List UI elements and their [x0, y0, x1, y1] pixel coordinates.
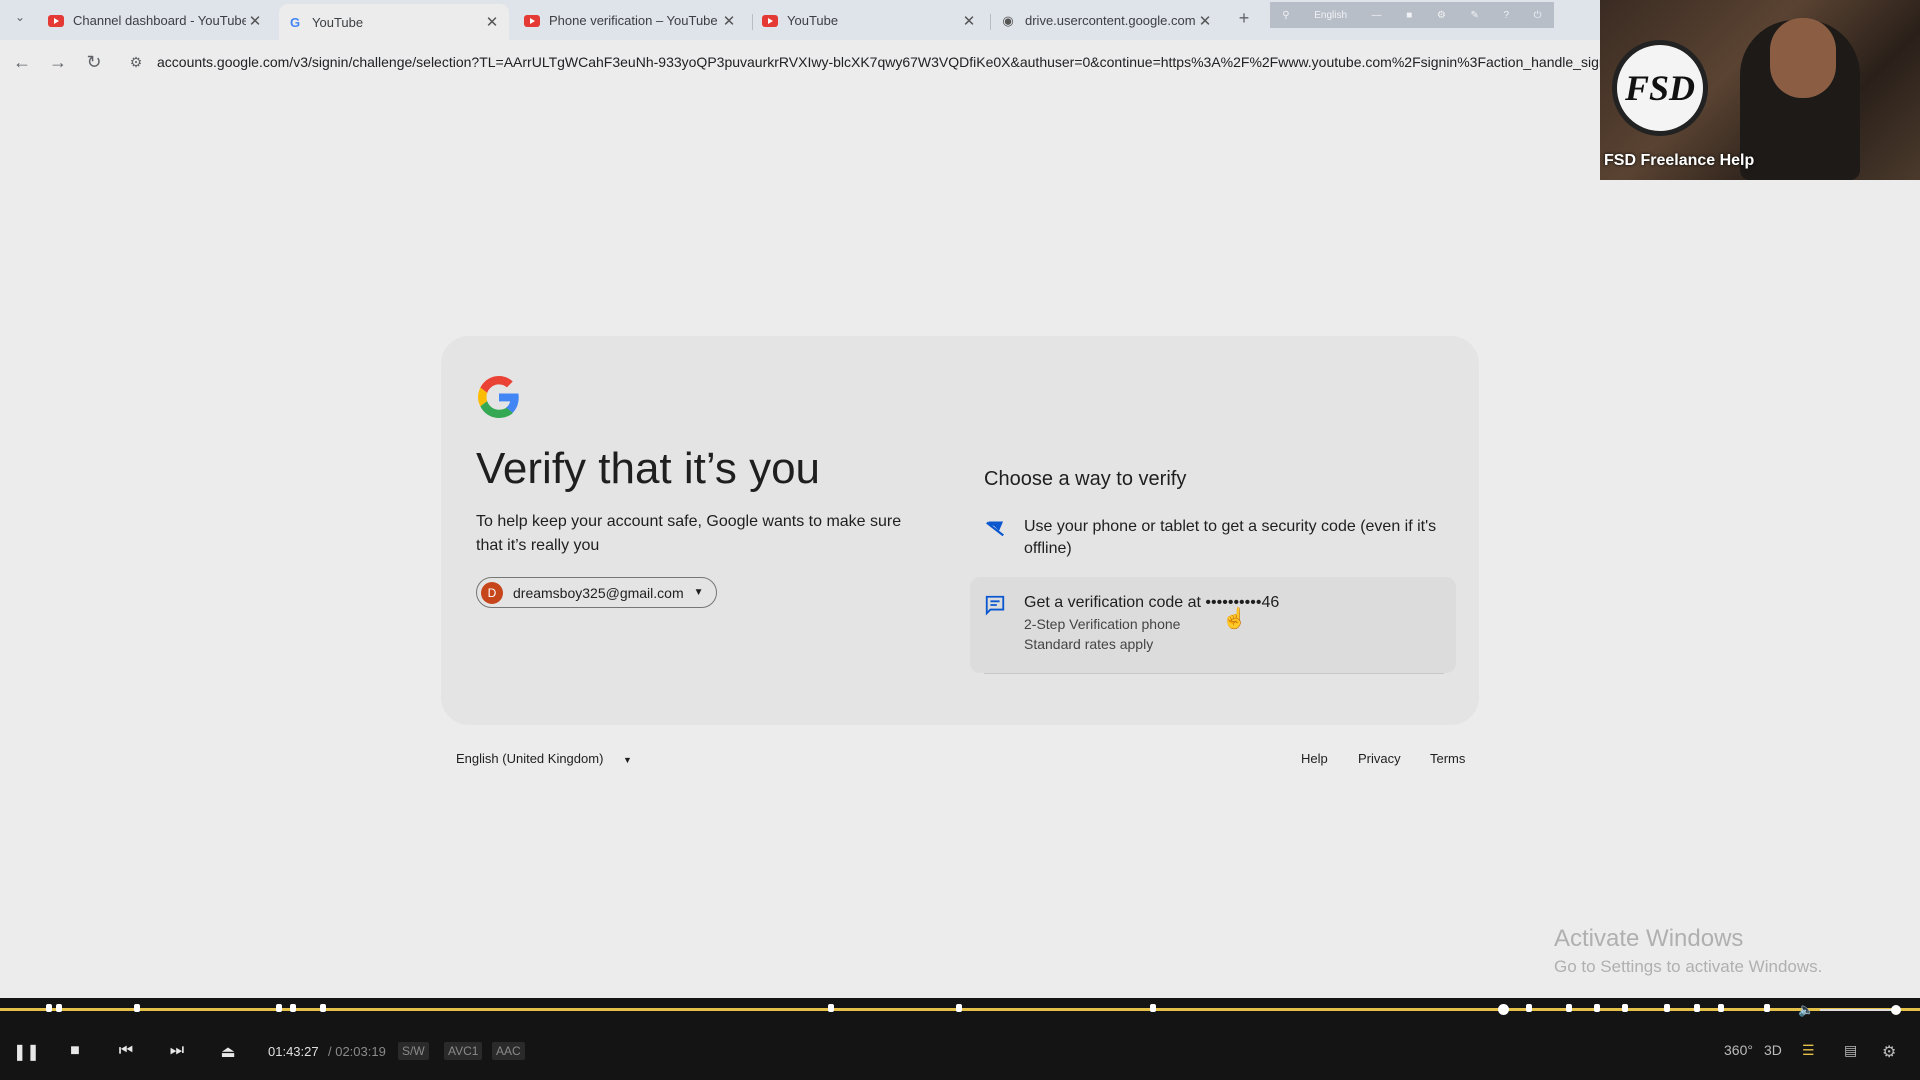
tab-divider [752, 14, 753, 30]
chapter-marker [134, 1004, 140, 1012]
volume-handle[interactable] [1891, 1005, 1901, 1015]
language-selector[interactable]: English (United Kingdom) ▼ [456, 751, 632, 766]
chevron-down-icon: ▼ [693, 587, 704, 598]
tab-search-icon[interactable]: ⌄ [8, 10, 32, 24]
chapter-marker [1526, 1004, 1532, 1012]
fsd-logo: FSD [1612, 40, 1708, 136]
pause-icon[interactable]: ❚❚ [13, 1042, 40, 1062]
divider [984, 673, 1444, 674]
webcam-overlay: FSD FSD Freelance Help [1600, 0, 1920, 180]
next-icon[interactable]: ⏭ [166, 1042, 188, 1060]
chapter-marker [1150, 1004, 1156, 1012]
webcam-name: FSD Freelance Help [1604, 152, 1755, 169]
subtitles-icon[interactable]: ▤ [1844, 1042, 1857, 1059]
close-icon[interactable]: ✕ [1196, 12, 1214, 30]
google-icon: G [289, 14, 301, 30]
page-title: Verify that it’s you [476, 444, 821, 493]
chevron-down-icon: ▼ [623, 755, 632, 765]
close-icon[interactable]: ✕ [246, 12, 264, 30]
account-email: dreamsboy325@gmail.com [513, 584, 684, 601]
chapter-marker [1566, 1004, 1572, 1012]
help-icon[interactable]: ? [1504, 10, 1510, 21]
reload-icon[interactable]: ↻ [82, 52, 106, 73]
chapter-marker [1594, 1004, 1600, 1012]
option-detail: Standard rates apply [1024, 636, 1154, 652]
chapter-marker [828, 1004, 834, 1012]
close-icon[interactable]: ✕ [483, 13, 501, 31]
message-icon [985, 595, 1005, 616]
chapter-marker [320, 1004, 326, 1012]
minimize-icon[interactable]: — [1372, 10, 1382, 21]
privacy-link[interactable]: Privacy [1358, 751, 1401, 766]
search-icon[interactable]: ⚲ [1282, 10, 1289, 21]
activate-windows-watermark: Activate Windows Go to Settings to activ… [1554, 925, 1823, 976]
chapter-marker [1718, 1004, 1724, 1012]
eject-icon[interactable]: ⏏ [217, 1042, 239, 1062]
chapter-marker [1622, 1004, 1628, 1012]
playlist-search-icon[interactable]: ☰ [1802, 1042, 1815, 1059]
account-chip[interactable]: D dreamsboy325@gmail.com ▼ [476, 577, 717, 608]
3d-button[interactable]: 3D [1764, 1042, 1782, 1058]
tab-divider [990, 14, 991, 30]
gear-icon[interactable]: ⚙ [1882, 1042, 1896, 1062]
globe-icon: ◉ [1002, 12, 1014, 28]
pen-icon[interactable]: ✎ [1471, 10, 1479, 21]
power-icon[interactable]: ⏻ [1534, 10, 1542, 21]
choose-heading: Choose a way to verify [984, 468, 1187, 490]
tab-drive-usercontent[interactable]: ◉ drive.usercontent.google.com ✕ [992, 6, 1222, 35]
tab-channel-dashboard[interactable]: Channel dashboard - YouTube ✕ [40, 6, 272, 35]
chapter-marker [46, 1004, 52, 1012]
avatar: D [481, 581, 503, 604]
gear-icon[interactable]: ⚙ [1437, 10, 1446, 21]
tab-phone-verification[interactable]: Phone verification – YouTube ✕ [516, 6, 746, 35]
youtube-icon [762, 14, 778, 27]
chapter-marker [1664, 1004, 1670, 1012]
youtube-icon [48, 14, 64, 27]
close-icon[interactable]: ✕ [960, 12, 978, 30]
hand-cursor-icon: ☝ [1222, 608, 1247, 630]
help-link[interactable]: Help [1301, 751, 1328, 766]
close-icon[interactable]: ✕ [720, 12, 738, 30]
current-time: 01:43:27 [268, 1044, 319, 1059]
volume-slider[interactable] [1820, 1009, 1900, 1011]
stop-icon[interactable]: ■ [64, 1042, 86, 1060]
screen-recorder-toolbar[interactable]: ⚲ English — ■ ⚙ ✎ ? ⏻ [1270, 2, 1554, 28]
back-icon[interactable]: ← [10, 52, 34, 73]
tab-youtube[interactable]: YouTube ✕ [754, 6, 986, 35]
language-label[interactable]: English [1314, 10, 1347, 21]
previous-icon[interactable]: ⏮ [115, 1042, 137, 1060]
option-phone-prompt[interactable]: Use your phone or tablet to get a securi… [984, 516, 1444, 560]
phone-prompt-icon [986, 521, 1004, 537]
pin-icon[interactable]: ■ [1406, 10, 1412, 21]
google-logo-icon [478, 376, 519, 418]
terms-link[interactable]: Terms [1430, 751, 1465, 766]
page-subtitle: To help keep your account safe, Google w… [476, 513, 902, 554]
chapter-marker [956, 1004, 962, 1012]
video-codec-badge: AVC1 [444, 1042, 483, 1060]
option-label: Use your phone or tablet to get a securi… [1024, 518, 1437, 557]
decoder-badge: S/W [398, 1042, 429, 1060]
presenter-head [1770, 18, 1836, 98]
site-info-icon[interactable]: ⚙ [124, 54, 148, 71]
duration: / 02:03:19 [328, 1044, 386, 1059]
youtube-icon [524, 14, 540, 27]
chapter-marker [56, 1004, 62, 1012]
url-field[interactable]: accounts.google.com/v3/signin/challenge/… [157, 54, 1600, 70]
new-tab-icon[interactable]: + [1232, 8, 1256, 29]
audio-codec-badge: AAC [492, 1042, 525, 1060]
tab-youtube-active[interactable]: G YouTube ✕ [279, 4, 509, 40]
chapter-marker [290, 1004, 296, 1012]
forward-icon[interactable]: → [46, 52, 70, 73]
chapter-marker [276, 1004, 282, 1012]
option-verification-code[interactable]: Get a verification code at ••••••••••46 … [984, 592, 1444, 654]
vr-360-button[interactable]: 360° [1724, 1042, 1753, 1058]
volume-icon[interactable]: 🔈 [1798, 1002, 1814, 1018]
chapter-marker [1694, 1004, 1700, 1012]
chapter-marker [1764, 1004, 1770, 1012]
